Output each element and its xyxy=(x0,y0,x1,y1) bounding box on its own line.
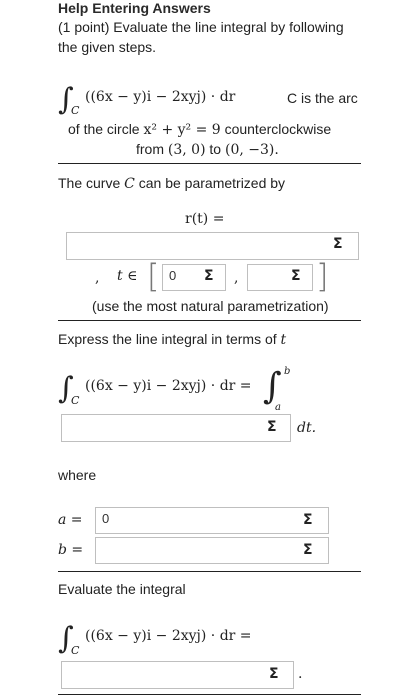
divider-2 xyxy=(58,320,361,321)
param-comma: , xyxy=(95,270,100,286)
b-label: b = xyxy=(58,542,84,558)
t-upper-sigma-icon[interactable]: Σ xyxy=(291,268,301,284)
b-input[interactable] xyxy=(95,537,329,564)
t-lower-sigma-icon[interactable]: Σ xyxy=(204,268,214,284)
param-note: (use the most natural parametrization) xyxy=(92,298,329,314)
evaluate-integrand: ((6x − y)i − 2xyj) · dr = xyxy=(85,628,252,644)
evaluate-answer-input[interactable] xyxy=(61,661,294,689)
evaluate-subscript-c: C xyxy=(71,644,80,657)
a-value: 0 xyxy=(102,511,110,526)
circle-text-a: of the circle xyxy=(68,121,144,137)
integral-subscript-c: C xyxy=(71,104,80,117)
from-text: from xyxy=(136,141,168,157)
upper-limit-b: b xyxy=(284,366,291,377)
from-point-2: (0, −3). xyxy=(225,142,279,158)
where-label: where xyxy=(58,467,97,483)
help-entering-answers-link[interactable]: Help Entering Answers xyxy=(58,0,211,16)
circle-equation: x² + y² = 9 xyxy=(143,122,221,138)
interval-separator: , xyxy=(234,270,239,286)
param-heading-a: The curve xyxy=(58,175,125,191)
to-text: to xyxy=(205,141,225,157)
express-right-integral-sign: ∫ xyxy=(263,366,282,407)
divider-3 xyxy=(58,571,361,572)
param-heading-b: can be parametrized by xyxy=(134,175,286,191)
express-heading: Express the line integral in terms of t xyxy=(58,331,286,348)
rt-sigma-icon[interactable]: Σ xyxy=(333,236,343,252)
integrand-sigma-icon[interactable]: Σ xyxy=(267,419,277,435)
a-input[interactable]: 0 xyxy=(95,507,329,534)
problem-text-line1: (1 point) Evaluate the line integral by … xyxy=(58,19,344,35)
integrand-in-t-input[interactable] xyxy=(61,414,291,442)
from-point-1: (3, 0) xyxy=(167,142,206,158)
rt-input[interactable] xyxy=(66,232,359,260)
express-heading-t: t xyxy=(280,332,287,348)
problem-from-line: from (3, 0) to (0, −3). xyxy=(136,141,279,158)
dt-label: dt. xyxy=(297,420,317,436)
b-sigma-icon[interactable]: Σ xyxy=(303,542,313,558)
rt-label: r(t) = xyxy=(185,211,225,227)
t-lower-input[interactable]: 0 xyxy=(162,264,226,291)
problem-c-is-the-arc: C is the arc xyxy=(287,90,358,106)
problem-integrand: ((6x − y)i − 2xyj) · dr xyxy=(85,89,236,105)
evaluate-period: . xyxy=(298,666,303,682)
t-lower-value: 0 xyxy=(169,268,177,283)
express-integrand: ((6x − y)i − 2xyj) · dr = xyxy=(85,378,252,394)
left-bracket: [ xyxy=(147,257,160,295)
problem-circle-line: of the circle x² + y² = 9 counterclockwi… xyxy=(68,121,331,138)
t-in-label: t ∈ xyxy=(117,268,138,284)
evaluate-heading: Evaluate the integral xyxy=(58,581,186,597)
divider-1 xyxy=(58,163,361,164)
divider-4 xyxy=(58,694,361,695)
evaluate-sigma-icon[interactable]: Σ xyxy=(269,666,279,682)
express-subscript-c: C xyxy=(71,394,80,407)
a-sigma-icon[interactable]: Σ xyxy=(303,512,313,528)
problem-text-line2: the given steps. xyxy=(58,39,157,55)
a-label: a = xyxy=(58,512,83,528)
t-upper-input[interactable] xyxy=(247,264,313,291)
right-bracket: ] xyxy=(316,257,329,295)
param-heading: The curve C can be parametrized by xyxy=(58,175,285,192)
lower-limit-a: a xyxy=(275,402,281,413)
param-heading-c: C xyxy=(124,176,135,192)
circle-text-b: counterclockwise xyxy=(220,121,332,137)
express-heading-a: Express the line integral in terms of xyxy=(58,331,281,347)
